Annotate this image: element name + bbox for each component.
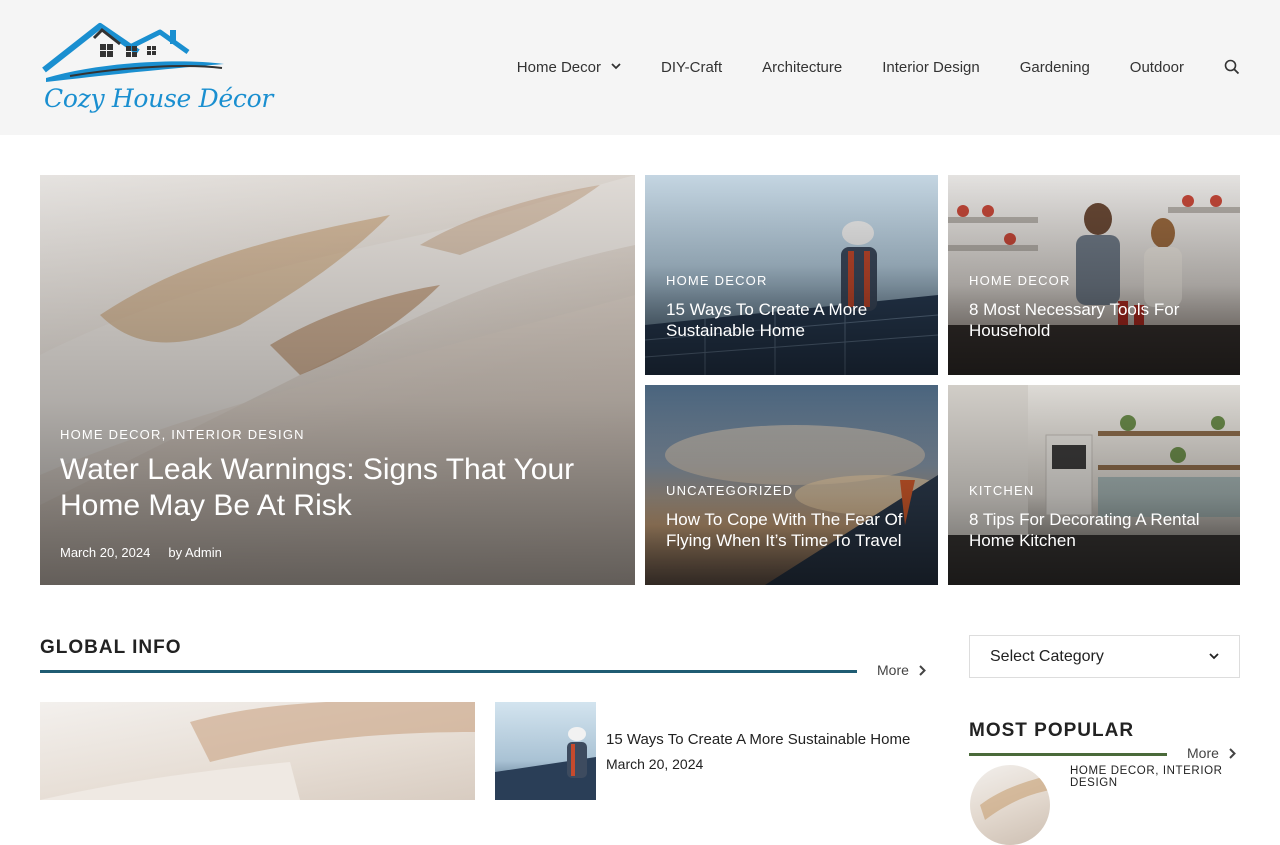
post-tile-sustainable-home[interactable]: HOME DECOR 15 Ways To Create A More Sust… [645, 175, 938, 375]
featured-post-meta: March 20, 2024 by Admin [60, 545, 222, 560]
global-info-heading: GLOBAL INFO [40, 637, 182, 658]
most-popular-heading: MOST POPULAR [969, 720, 1135, 741]
nav-item-gardening[interactable]: Gardening [1000, 59, 1110, 76]
category-link[interactable]: INTERIOR DESIGN [171, 427, 305, 442]
list-item-thumbnail[interactable] [495, 702, 596, 800]
post-tile-household-tools[interactable]: HOME DECOR 8 Most Necessary Tools For Ho… [948, 175, 1240, 375]
post-category[interactable]: KITCHEN [969, 483, 1034, 498]
nav-item-label: Home Decor [516, 58, 601, 76]
chevron-right-icon [919, 664, 926, 676]
nav-item-interior-design[interactable]: Interior Design [862, 59, 1000, 76]
post-date: March 20, 2024 [60, 545, 151, 560]
featured-post-title[interactable]: Water Leak Warnings: Signs That Your Hom… [60, 452, 600, 524]
global-info-featured-image[interactable] [40, 702, 475, 800]
water-stain-thumbnail [980, 775, 1050, 820]
main-navigation: Home Decor DIY-Craft Architecture Interi… [497, 48, 1240, 86]
global-info-more-link[interactable]: More [877, 662, 926, 678]
water-stain-thumbnail [40, 702, 475, 800]
search-icon [1224, 59, 1240, 75]
category-separator: , [161, 427, 167, 442]
post-author-byline: by Admin [168, 545, 222, 560]
house-logo-icon [42, 23, 224, 82]
post-title[interactable]: 8 Tips For Decorating A Rental Home Kitc… [969, 509, 1229, 551]
post-category[interactable]: HOME DECOR [969, 273, 1071, 288]
chevron-down-icon [1209, 653, 1219, 660]
site-logo[interactable]: Cozy House Décor [40, 18, 273, 118]
more-label: More [1187, 745, 1219, 761]
post-tile-fear-of-flying[interactable]: UNCATEGORIZED How To Cope With The Fear … [645, 385, 938, 585]
nav-item-home-decor[interactable]: Home Decor [497, 59, 641, 76]
author-prefix: by [168, 545, 183, 560]
section-divider [40, 670, 857, 673]
post-title[interactable]: 8 Most Necessary Tools For Household [969, 299, 1229, 341]
section-divider [969, 753, 1167, 756]
category-select[interactable]: Select Category [969, 635, 1240, 678]
nav-item-architecture[interactable]: Architecture [742, 59, 862, 76]
post-category[interactable]: UNCATEGORIZED [666, 483, 793, 498]
more-label: More [877, 662, 909, 678]
search-button[interactable] [1204, 59, 1240, 75]
list-item-title[interactable]: 15 Ways To Create A More Sustainable Hom… [606, 731, 910, 748]
popular-item-categories[interactable]: HOME DECOR, INTERIOR DESIGN [1070, 765, 1245, 789]
post-tile-rental-kitchen[interactable]: KITCHEN 8 Tips For Decorating A Rental H… [948, 385, 1240, 585]
category-select-value: Select Category [990, 647, 1104, 665]
post-title[interactable]: How To Cope With The Fear Of Flying When… [666, 509, 926, 551]
nav-item-diy-craft[interactable]: DIY-Craft [641, 59, 742, 76]
site-header: Cozy House Décor Home Decor DIY-Craft Ar… [0, 0, 1280, 135]
most-popular-more-link[interactable]: More [1187, 745, 1236, 761]
featured-post-categories: HOME DECOR, INTERIOR DESIGN [60, 427, 305, 442]
author-link[interactable]: Admin [185, 545, 222, 560]
post-category[interactable]: HOME DECOR [666, 273, 768, 288]
solar-worker-thumbnail [495, 727, 596, 800]
chevron-down-icon [611, 62, 621, 73]
post-title[interactable]: 15 Ways To Create A More Sustainable Hom… [666, 299, 926, 341]
featured-post-tile[interactable]: HOME DECOR, INTERIOR DESIGN Water Leak W… [40, 175, 635, 585]
popular-item-thumbnail[interactable] [970, 765, 1050, 845]
list-item-date: March 20, 2024 [606, 756, 704, 772]
nav-item-outdoor[interactable]: Outdoor [1110, 59, 1204, 76]
category-link[interactable]: HOME DECOR [60, 427, 162, 442]
site-logo-text: Cozy House Décor [44, 84, 273, 113]
chevron-right-icon [1229, 747, 1236, 759]
